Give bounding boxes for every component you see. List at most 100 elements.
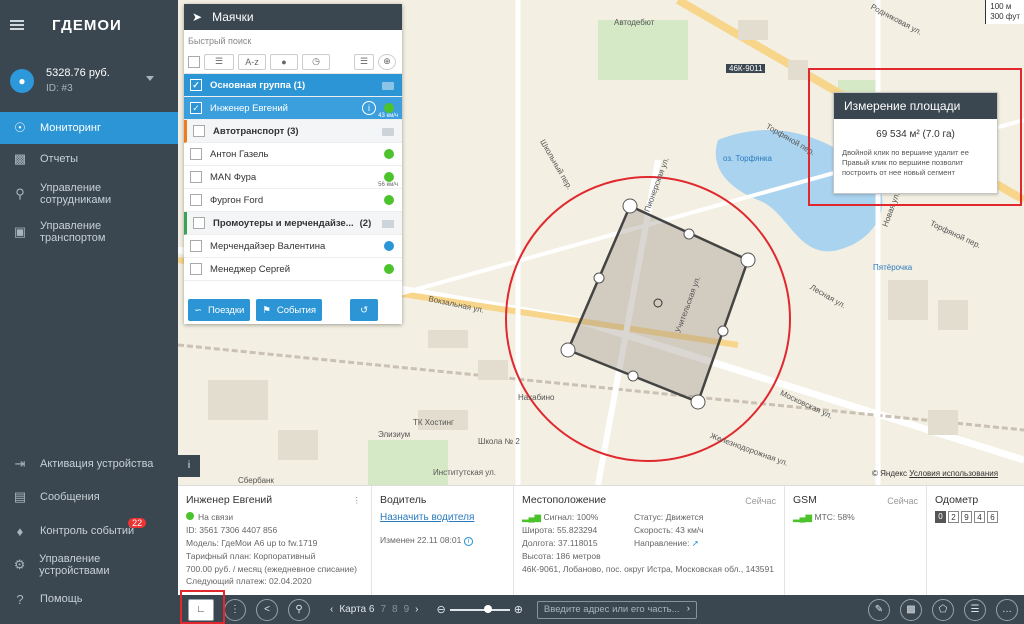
zoom-knob[interactable] (483, 604, 492, 613)
buildings-icon[interactable]: ▩ (900, 598, 922, 621)
menu-icon[interactable] (10, 20, 24, 30)
status-text: На связи (198, 512, 234, 522)
sidebar-item-devices[interactable]: ⚙ Управление устройствами (0, 548, 178, 582)
chevron-left-icon[interactable]: ‹ (330, 604, 333, 615)
zoom-out-icon[interactable]: ⊖ (436, 603, 445, 616)
info-circle-icon[interactable]: i (463, 537, 474, 546)
more-icon[interactable]: … (996, 598, 1018, 621)
device-column: Инженер Евгений ⋮ На связи ID: 3561 7306… (178, 486, 372, 595)
user-balance: 5328.76 руб. (46, 67, 110, 79)
sidebar-item-reports[interactable]: ▩ Отчеты (0, 144, 178, 174)
list-item[interactable]: MAN Фура 56 км/ч (184, 166, 402, 189)
status-dot-icon[interactable]: ● (270, 53, 298, 70)
signal-icon: ▂▄▆ (793, 512, 813, 522)
group-label: Основная группа (1) (210, 79, 306, 91)
row-checkbox[interactable]: ✓ (190, 102, 202, 114)
chevron-down-icon[interactable] (146, 76, 154, 81)
terms-link[interactable]: Условия использования (909, 469, 998, 478)
list-item[interactable]: Промоутеры и мерчендайзе... (2) (184, 212, 402, 235)
odometer-digit: 6 (987, 511, 998, 523)
help-icon: ? (16, 591, 24, 607)
collapse-icon[interactable] (382, 128, 394, 136)
beacons-panel: ➤ Маячки Быстрый поиск ☰ A-z ● ◷ ☰ ⊕ ✓ О… (184, 4, 402, 324)
row-checkbox[interactable]: ✓ (190, 79, 202, 91)
item-label: Антон Газель (210, 148, 269, 160)
select-all-checkbox[interactable] (188, 55, 200, 68)
row-checkbox[interactable] (193, 217, 205, 229)
row-checkbox[interactable] (190, 194, 202, 206)
chevron-right-icon[interactable]: › (687, 603, 690, 614)
list-item[interactable]: ✓ Инженер Евгений i 43 км/ч (184, 97, 402, 120)
user-block[interactable]: ● 5328.76 руб. ID: #3 (0, 50, 178, 112)
info-circle-icon[interactable]: i (362, 101, 376, 115)
direction: Направление: ➚ (634, 537, 704, 550)
collapse-icon[interactable] (382, 82, 394, 90)
sidebar-item-messages[interactable]: ▤ Сообщения (0, 480, 178, 514)
map-label: Элизиум (378, 430, 411, 439)
list-item[interactable]: Мерчендайзер Валентина (184, 235, 402, 258)
trips-button[interactable]: ∽ Поездки (188, 299, 251, 321)
traffic-light-icon[interactable]: ⋮ (224, 598, 246, 621)
sidebar-item-label: Контроль событий (40, 525, 135, 537)
map-page[interactable]: 9 (404, 604, 410, 615)
list-item[interactable]: Антон Газель (184, 143, 402, 166)
map-page[interactable]: 7 (380, 604, 386, 615)
globe-icon: ☉ (14, 120, 26, 135)
events-button[interactable]: ⚑ События (256, 299, 323, 321)
map-copyright: © Яндекс Условия использования (872, 469, 998, 478)
map-label: Институтская ул. (433, 468, 497, 477)
pin-icon: ⚲ (15, 186, 25, 201)
history-icon[interactable]: ↺ (350, 299, 379, 321)
sidebar-item-label: Активация устройства (40, 458, 154, 470)
sidebar-item-transport[interactable]: ▣ Управление транспортом (0, 214, 178, 250)
quick-search-input[interactable]: Быстрый поиск (184, 30, 402, 50)
altitude: Высота: 186 метров (522, 551, 601, 561)
sort-alpha-button[interactable]: A-z (238, 53, 266, 70)
map-page[interactable]: 8 (392, 604, 398, 615)
list-item[interactable]: Менеджер Сергей (184, 258, 402, 281)
list-item[interactable]: ✓ Основная группа (1) (184, 74, 402, 97)
row-checkbox[interactable] (190, 171, 202, 183)
current-map[interactable]: Карта 6 (339, 604, 374, 615)
sidebar-item-events[interactable]: ♦ Контроль событий 22 (0, 514, 178, 548)
sidebar-item-monitoring[interactable]: ☉ Мониторинг (0, 112, 178, 144)
more-vertical-icon[interactable]: ⋮ (353, 494, 362, 507)
row-checkbox[interactable] (190, 240, 202, 252)
list-icon[interactable]: ☰ (204, 53, 234, 70)
compass-icon: ➚ (691, 538, 699, 548)
sidebar-item-employees[interactable]: ⚲ Управление сотрудниками (0, 174, 178, 214)
info-icon[interactable]: i (178, 455, 200, 477)
row-checkbox[interactable] (190, 263, 202, 275)
sidebar-item-label: Мониторинг (40, 122, 102, 134)
login-icon: ⇥ (14, 456, 26, 471)
polygon-icon[interactable]: ⬠ (932, 598, 954, 621)
highlight-area-tool (180, 590, 225, 624)
map-label: Автодебют (614, 18, 655, 27)
sidebar-item-help[interactable]: ? Помощь (0, 582, 178, 616)
layers-icon[interactable]: ☰ (964, 598, 986, 621)
assign-driver-link[interactable]: Назначить водителя (380, 511, 505, 524)
list-item[interactable]: Фургон Ford (184, 189, 402, 212)
filter-settings-icon[interactable]: ☰ (354, 53, 374, 70)
collapse-icon[interactable] (382, 220, 394, 228)
sidebar-item-activation[interactable]: ⇥ Активация устройства (0, 448, 178, 480)
speed-gauge-icon[interactable]: ◷ (302, 53, 330, 70)
route-icon: ∽ (194, 304, 202, 316)
zoom-in-icon[interactable]: ⊕ (514, 603, 523, 616)
status-dot (384, 264, 394, 274)
list-item[interactable]: Автотранспорт (3) (184, 120, 402, 143)
location-pin-icon[interactable]: ⚲ (288, 598, 310, 621)
odometer-digits: 0 2 9 4 6 (935, 511, 1016, 523)
share-icon[interactable]: < (256, 598, 278, 621)
item-label: Мерчендайзер Валентина (210, 240, 326, 252)
zoom-slider[interactable] (449, 604, 510, 613)
row-checkbox[interactable] (190, 148, 202, 160)
gsm-column: GSM Сейчас ▂▄▆ МТС: 58% (785, 486, 927, 595)
map-label: ТК Хостинг (413, 418, 454, 427)
chevron-right-icon[interactable]: › (415, 604, 418, 615)
row-checkbox[interactable] (193, 125, 205, 137)
address-search-input[interactable]: Введите адрес или его часть... › (536, 600, 697, 619)
panel-toolbar: ☰ A-z ● ◷ ☰ ⊕ (184, 50, 402, 74)
target-icon[interactable]: ⊕ (378, 53, 396, 70)
ruler-icon[interactable]: ✎ (868, 598, 890, 621)
